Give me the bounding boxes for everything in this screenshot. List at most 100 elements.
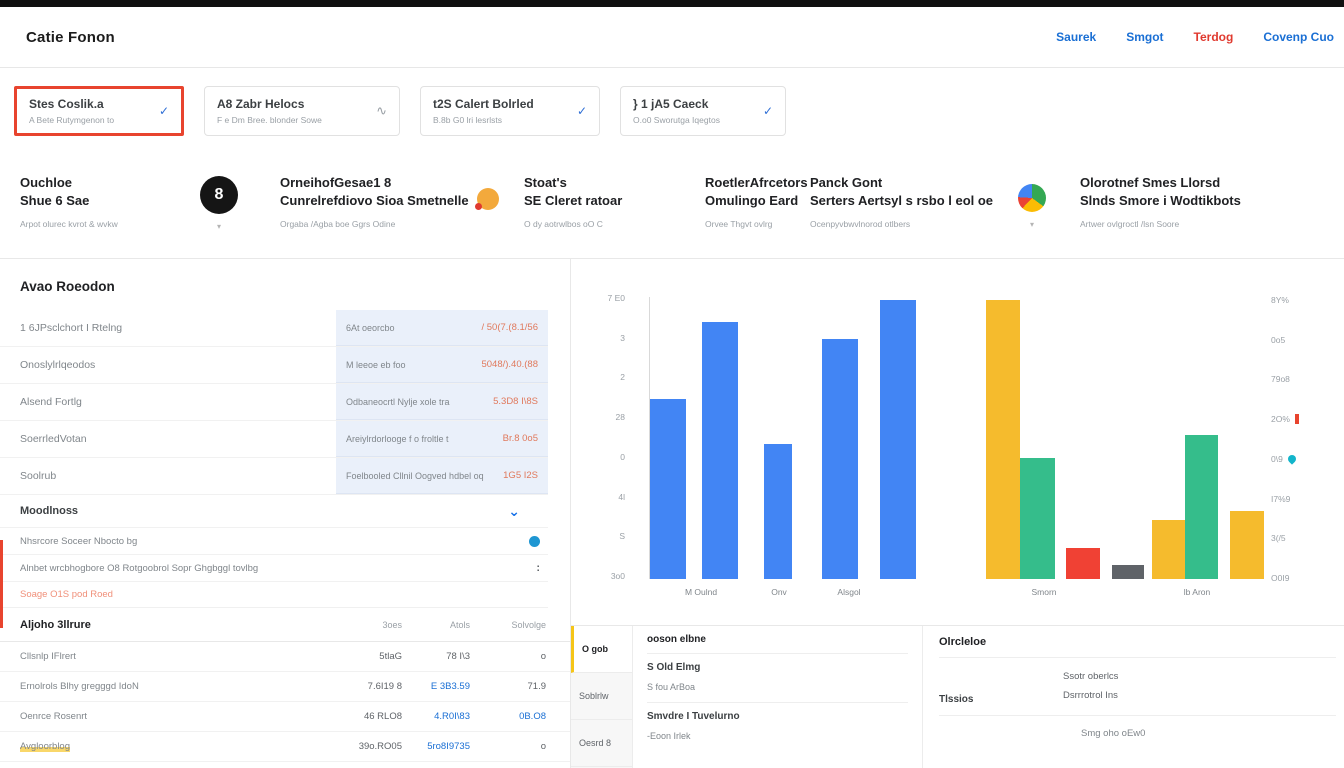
check-icon: ✓: [159, 104, 169, 118]
y-axis-tick-label: 3: [573, 333, 625, 343]
y-axis-right-tick-label: I7%9: [1271, 494, 1290, 504]
activity-item[interactable]: S Old Elmg S fou ArBoa: [647, 654, 908, 703]
report-row[interactable]: Soolrub Foelbooled Cllnil Oogved hdbel o…: [0, 458, 548, 495]
activity-tab-3[interactable]: Oesrd 8: [571, 720, 632, 767]
report-row[interactable]: SoerrledVotan Areiylrdorlooge f o froltl…: [0, 421, 548, 458]
y-axis-left: 7 E0322804lS3o0: [571, 259, 635, 625]
report-row-value: Br.8 0o5: [503, 433, 538, 444]
check-icon: ✓: [577, 104, 587, 118]
y-axis-tick-label: S: [573, 531, 625, 541]
pie-badge[interactable]: ▾: [1018, 184, 1046, 229]
top-accent-bar: [0, 0, 1344, 7]
feature-title-line1: Ouchloe: [20, 175, 72, 190]
stat-card-title: A8 Zabr Helocs: [217, 97, 322, 111]
report-row-key: Odbaneocrtl Nylje xole tra: [346, 397, 450, 407]
nav-link-4[interactable]: Covenp Cuo: [1263, 30, 1334, 44]
stat-card-4[interactable]: } 1 jA5 Caeck O.o0 Sworutga Iqegtos ✓: [620, 86, 786, 136]
report-row[interactable]: 1 6JPsclchort I Rtelng 6At oeorcbo / 50(…: [0, 310, 548, 347]
report-row-value: 5.3D8 I\8S: [493, 396, 538, 407]
feature-item-5[interactable]: Panck Gont Serters Aertsyl s rsbo l eol …: [810, 174, 1015, 229]
activity-tab-2[interactable]: Soblrlw: [571, 673, 632, 720]
table-row-label: Cllsnlp IFlrert: [20, 651, 334, 662]
activity-tab-strip: O gob Soblrlw Oesrd 8: [571, 626, 633, 768]
summary-card: Olrcleloe Tlssios Ssotr oberlcs Dsrrrotr…: [922, 626, 1344, 768]
caret-down-icon: ▾: [1018, 220, 1046, 229]
table-row-label: Oenrce Rosenrt: [20, 711, 334, 722]
feature-title-line1: Panck Gont: [810, 175, 882, 190]
stat-card-subtitle: F e Dm Bree. blonder Sowe: [217, 115, 322, 125]
stats-table-header: Aljoho 3llrure 3oes Atols Solvolge: [0, 608, 570, 642]
nav-link-3[interactable]: Terdog: [1194, 30, 1234, 44]
table-cell: 5ro8I9735: [402, 741, 470, 752]
info-dot-icon: [529, 536, 540, 547]
badge-icon: 8: [200, 176, 238, 214]
report-panel-title: Avao Roeodon: [20, 279, 570, 294]
table-cell: 5tlaG: [334, 651, 402, 662]
report-row[interactable]: Onoslylrlqeodos M leeoe eb foo 5048/).40…: [0, 347, 548, 384]
summary-title: Olrcleloe: [939, 636, 1336, 658]
y-axis-right-tick-label: 2O%: [1271, 414, 1299, 424]
table-row[interactable]: Oenrce Rosenrt 46 RLO8 4.R0I\83 0B.O8: [0, 702, 570, 732]
feature-item-1[interactable]: Ouchloe Shue 6 Sae Arpot olurec kvrot & …: [20, 174, 200, 229]
activity-content: ooson elbne S Old Elmg S fou ArBoa Smvdr…: [633, 626, 922, 768]
feature-subtitle: Arpot olurec kvrot & wvkw: [20, 219, 200, 229]
red-marker-icon: [1295, 414, 1299, 424]
feature-subtitle: Ocenpyvbwvlnorod otlbers: [810, 219, 1015, 229]
report-row-value: 5048/).40.(88: [481, 359, 538, 370]
y-axis-tick-label: 3o0: [573, 571, 625, 581]
tick-text: O0I9: [1271, 573, 1289, 583]
feature-title-line2: Omulingo Eard: [705, 193, 798, 208]
summary-detail-bottom: Dsrrrotrol Ins: [1063, 686, 1118, 705]
nav-link-2[interactable]: Smgot: [1126, 30, 1163, 44]
table-cell: 39o.RO05: [334, 741, 402, 752]
stat-card-1[interactable]: Stes Coslik.a A Bete Rutymgenon to ✓: [14, 86, 184, 136]
table-cell: 78 I\3: [402, 651, 470, 662]
tick-text: 79o8: [1271, 374, 1290, 384]
feature-subtitle: Orgaba /Agba boe Ggrs Odine: [280, 219, 485, 229]
stat-card-text: A8 Zabr Helocs F e Dm Bree. blonder Sowe: [217, 97, 322, 125]
report-row[interactable]: Alsend Fortlg Odbaneocrtl Nylje xole tra…: [0, 384, 548, 421]
more-icon: :: [536, 562, 540, 574]
summary-details: Ssotr oberlcs Dsrrrotrol Ins: [1063, 667, 1118, 705]
tick-text: 0o5: [1271, 335, 1285, 345]
stat-card-subtitle: O.o0 Sworutga Iqegtos: [633, 115, 720, 125]
highlighted-label: Avgloorblog: [20, 741, 70, 752]
report-panel: Avao Roeodon 1 6JPsclchort I Rtelng 6At …: [0, 259, 571, 768]
table-row[interactable]: Avgloorblog 39o.RO05 5ro8I9735 o: [0, 732, 570, 762]
stat-card-text: Stes Coslik.a A Bete Rutymgenon to: [29, 97, 114, 125]
table-row[interactable]: Ernolrols Blhy gregggd IdoN 7.6I19 8 E 3…: [0, 672, 570, 702]
status-dot-icon: [477, 188, 499, 210]
table-row[interactable]: Cllsnlp IFlrert 5tlaG 78 I\3 o: [0, 642, 570, 672]
y-axis-right-tick-label: 0\9: [1271, 454, 1296, 464]
report-row-value-box: M leeoe eb foo 5048/).40.(88: [336, 347, 548, 383]
header-nav: Saurek Smgot Terdog Covenp Cuo: [1056, 30, 1334, 44]
feature-item-3[interactable]: Stoat's SE Cleret ratoar O dy aotrwlbos …: [524, 174, 694, 229]
stats-col-header: Atols: [402, 620, 470, 630]
activity-item[interactable]: Smvdre I Tuvelurno -Eoon Irlek: [647, 703, 908, 751]
table-cell: o: [470, 741, 546, 752]
y-axis-right-tick-label: O0I9: [1271, 573, 1289, 583]
expander-row[interactable]: Moodlnoss ⌄: [0, 495, 548, 528]
y-axis-tick-label: 4l: [573, 492, 625, 502]
table-row-label: Avgloorblog: [20, 741, 334, 752]
report-row-label: Onoslylrlqeodos: [20, 359, 336, 371]
activity-tab-1[interactable]: O gob: [571, 626, 632, 673]
panel-link-row-2[interactable]: Alnbet wrcbhogbore O8 Rotgoobrol Sopr Gh…: [0, 555, 548, 582]
stats-col-header: 3oes: [334, 620, 402, 630]
stat-card-title: Stes Coslik.a: [29, 97, 114, 111]
report-row-key: Areiylrdorlooge f o froltle t: [346, 434, 449, 444]
table-cell: 0B.O8: [470, 711, 546, 722]
feature-item-6[interactable]: Olorotnef Smes Llorsd Slnds Smore i Wodt…: [1080, 174, 1310, 229]
nav-link-1[interactable]: Saurek: [1056, 30, 1096, 44]
feature-item-2[interactable]: OrneihofGesae1 8 Cunrelrefdiovo Sioa Sme…: [280, 174, 485, 229]
report-row-value: / 50(7.(8.1/56: [481, 322, 538, 333]
profile-badge[interactable]: 8 ▾: [200, 176, 238, 231]
x-axis-label: M Oulnd: [656, 587, 746, 597]
stat-card-3[interactable]: t2S Calert Bolrled B.8b G0 lri lesrlsts …: [420, 86, 600, 136]
features-row: Ouchloe Shue 6 Sae Arpot olurec kvrot & …: [0, 162, 1344, 258]
panel-link-row-1[interactable]: Nhsrcore Soceer Nbocto bg: [0, 528, 548, 555]
feature-title: Panck Gont Serters Aertsyl s rsbo l eol …: [810, 174, 1015, 209]
stat-card-2[interactable]: A8 Zabr Helocs F e Dm Bree. blonder Sowe…: [204, 86, 400, 136]
caret-down-icon: ▾: [200, 222, 238, 231]
pie-chart-icon: [1018, 184, 1046, 212]
